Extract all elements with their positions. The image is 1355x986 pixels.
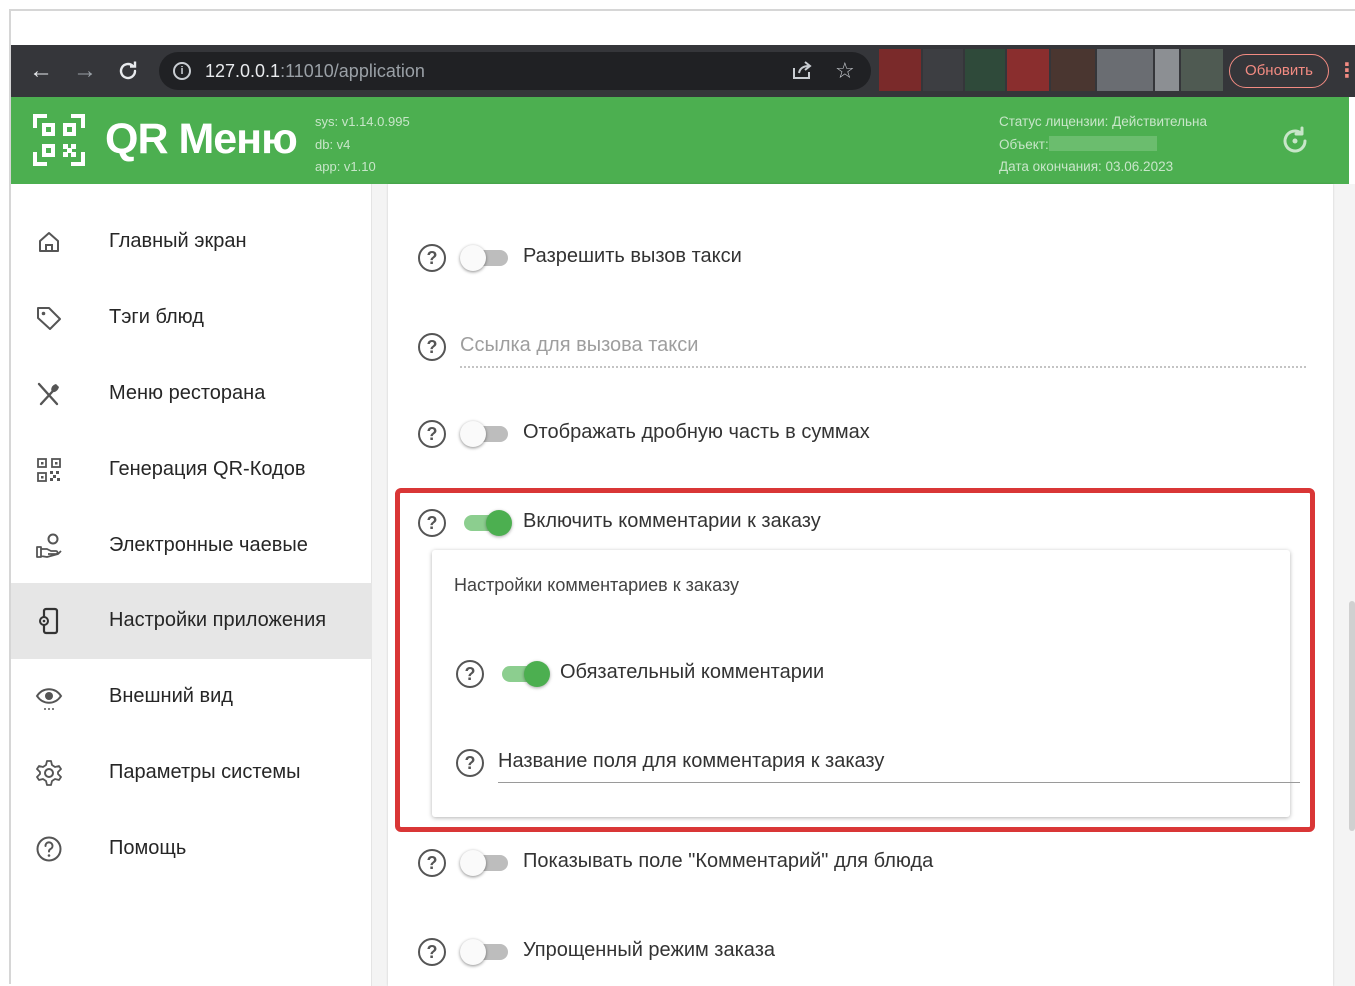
gear-icon [36,760,62,786]
comments-settings-title: Настройки комментариев к заказу [454,575,740,595]
comment-field-underline [498,782,1300,783]
reload-icon[interactable] [114,57,142,85]
sidebar-item-help[interactable]: Помощь [11,811,372,887]
forward-icon[interactable]: → [71,57,99,85]
sidebar-item-qr-generation[interactable]: Генерация QR-Кодов [11,432,372,508]
extension-icon-blurred[interactable] [923,49,963,91]
dish-comment-toggle[interactable] [460,849,510,877]
help-icon[interactable]: ? [418,333,446,361]
sidebar-item-label: Настройки приложения [109,609,327,631]
help-icon[interactable]: ? [456,749,484,777]
sidebar-item-label: Помощь [109,837,187,859]
extension-icon-blurred[interactable] [1097,49,1153,91]
help-icon[interactable]: ? [418,938,446,966]
screenshot-frame: ← → i 127.0.0.1:11010/application ☆ Обно… [9,9,1355,986]
browser-toolbar: ← → i 127.0.0.1:11010/application ☆ Обно… [11,45,1355,97]
qr-code-icon [37,458,61,482]
sidebar-item-restaurant-menu[interactable]: Меню ресторана [11,356,372,432]
back-icon[interactable]: ← [27,57,55,85]
share-icon[interactable] [791,59,813,87]
extension-icon-blurred[interactable] [1181,49,1223,91]
help-icon[interactable]: ? [418,420,446,448]
taxi-call-toggle[interactable] [460,244,510,272]
order-comments-label: Включить комментарии к заказу [523,510,821,532]
sidebar-item-label: Меню ресторана [109,382,266,404]
refresh-icon[interactable] [1279,125,1311,157]
simple-mode-label: Упрощенный режим заказа [523,939,775,961]
help-icon[interactable]: ? [418,849,446,877]
simple-mode-toggle[interactable] [460,938,510,966]
fraction-label: Отображать дробную часть в суммах [523,421,870,443]
scrollbar-thumb[interactable] [1349,601,1355,831]
bookmark-star-icon[interactable]: ☆ [835,59,855,83]
qr-logo-icon [33,114,85,166]
sidebar-item-app-settings[interactable]: Настройки приложения [11,583,372,659]
dish-comment-label: Показывать поле "Комментарий" для блюда [523,850,934,872]
sidebar-item-label: Параметры системы [109,761,301,783]
app-header: QR Меню sys: v1.14.0.995 db: v4 app: v1.… [11,97,1349,184]
cutlery-icon [37,382,59,406]
extension-icon-blurred[interactable] [1155,49,1179,91]
comment-field-name-input[interactable]: Название поля для комментария к заказу [498,750,884,773]
license-info: Статус лицензии: Действительна Объект: Д… [999,111,1207,179]
version-info: sys: v1.14.0.995 db: v4 app: v1.10 [315,111,410,179]
extension-icon-blurred[interactable] [965,49,1005,91]
top-margin [11,11,1355,45]
sidebar-item-label: Внешний вид [109,685,233,707]
redacted-object-name [1048,135,1157,151]
taxi-link-underline [460,366,1306,368]
app-version: app: v1.10 [315,159,376,174]
help-icon[interactable]: ? [456,660,484,688]
update-browser-button[interactable]: Обновить [1229,54,1329,88]
app-settings-icon [39,607,59,635]
site-info-icon[interactable]: i [173,62,191,80]
fraction-toggle[interactable] [460,420,510,448]
taxi-call-label: Разрешить вызов такси [523,245,742,267]
required-comment-toggle[interactable] [498,660,550,688]
required-comment-label: Обязательный комментарии [560,661,825,683]
extension-icon-blurred[interactable] [1007,49,1049,91]
license-expiry: Дата окончания: 03.06.2023 [999,159,1174,174]
taxi-link-input[interactable]: Ссылка для вызова такси [460,334,698,357]
sys-version: sys: v1.14.0.995 [315,114,410,129]
home-icon [39,232,59,252]
address-bar[interactable]: i 127.0.0.1:11010/application ☆ [159,52,871,90]
tag-icon [37,307,61,330]
extension-icon-blurred[interactable] [879,49,921,91]
db-version: db: v4 [315,136,351,152]
eye-icon [35,688,63,710]
sidebar-item-label: Главный экран [109,230,247,252]
sidebar-item-label: Генерация QR-Кодов [109,458,306,480]
tips-icon [36,533,62,558]
sidebar-item-system-params[interactable]: Параметры системы [11,735,372,811]
app-title: QR Меню [105,115,298,163]
sidebar-item-home[interactable]: Главный экран [11,204,372,280]
extension-icon-blurred[interactable] [1051,49,1095,91]
sidebar-item-appearance[interactable]: Внешний вид [11,659,372,735]
url-text: 127.0.0.1:11010/application [205,61,425,81]
sidebar-item-tips[interactable]: Электронные чаевые [11,508,372,584]
help-icon [36,836,62,862]
sidebar-item-label: Электронные чаевые [109,534,308,556]
object-label: Объект: [999,136,1049,152]
license-status: Статус лицензии: Действительна [999,114,1207,129]
help-icon[interactable]: ? [418,244,446,272]
help-icon[interactable]: ? [418,509,446,537]
sidebar-item-label: Тэги блюд [109,306,204,328]
browser-menu-icon[interactable]: ⋮ [1337,57,1355,85]
order-comments-toggle[interactable] [460,509,512,537]
sidebar: Главный экран Тэги блюд Меню ресторана Г… [11,184,372,986]
sidebar-item-dish-tags[interactable]: Тэги блюд [11,280,372,356]
